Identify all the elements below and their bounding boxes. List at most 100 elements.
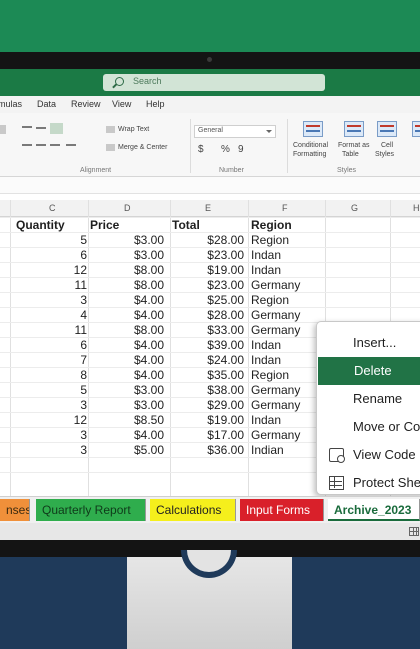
conditional-formatting-label-2[interactable]: Formatting bbox=[293, 151, 326, 158]
data-cell[interactable]: $4.00 bbox=[90, 293, 164, 307]
conditional-formatting-label[interactable]: Conditional bbox=[293, 142, 328, 149]
data-cell[interactable]: Indan bbox=[251, 248, 281, 262]
tab-input-forms[interactable]: Input Forms bbox=[240, 499, 324, 521]
data-cell[interactable]: Germany bbox=[251, 398, 300, 412]
menu-protect-sheet[interactable]: Protect She bbox=[317, 469, 420, 497]
data-cell[interactable]: Indan bbox=[251, 263, 281, 277]
number-format-dropdown[interactable]: General bbox=[194, 125, 276, 138]
data-cell[interactable]: $5.00 bbox=[90, 443, 164, 457]
data-cell[interactable]: $28.00 bbox=[172, 233, 244, 247]
data-cell[interactable]: $4.00 bbox=[90, 308, 164, 322]
data-cell[interactable]: $39.00 bbox=[172, 338, 244, 352]
data-cell[interactable]: 3 bbox=[14, 398, 87, 412]
cell-styles-label-2[interactable]: Styles bbox=[375, 151, 394, 158]
align-left-icon[interactable] bbox=[22, 144, 32, 146]
formula-bar[interactable] bbox=[0, 177, 420, 194]
menu-move-or-copy[interactable]: Move or Co bbox=[317, 413, 420, 441]
data-cell[interactable]: 12 bbox=[14, 263, 87, 277]
menu-formulas[interactable]: mulas bbox=[0, 99, 22, 109]
data-cell[interactable]: $8.50 bbox=[90, 413, 164, 427]
data-cell[interactable]: $25.00 bbox=[172, 293, 244, 307]
data-cell[interactable]: $4.00 bbox=[90, 353, 164, 367]
cell-styles-label[interactable]: Cell bbox=[381, 142, 393, 149]
menu-rename[interactable]: Rename bbox=[317, 385, 420, 413]
data-cell[interactable]: $4.00 bbox=[90, 428, 164, 442]
column-header-g[interactable]: G bbox=[351, 203, 358, 213]
column-header-h[interactable]: H bbox=[413, 203, 420, 213]
tab-expenses[interactable]: nses bbox=[0, 499, 30, 521]
column-header-d[interactable]: D bbox=[124, 203, 131, 213]
data-cell[interactable]: $8.00 bbox=[90, 263, 164, 277]
data-cell[interactable]: Region bbox=[251, 293, 289, 307]
percent-button[interactable]: % bbox=[221, 144, 230, 155]
data-cell[interactable]: $3.00 bbox=[90, 233, 164, 247]
data-cell[interactable]: $19.00 bbox=[172, 413, 244, 427]
data-cell[interactable]: Germany bbox=[251, 278, 300, 292]
data-cell[interactable]: Germany bbox=[251, 323, 300, 337]
align-top-icon[interactable] bbox=[22, 126, 32, 128]
header-cell[interactable]: Region bbox=[251, 218, 292, 232]
header-cell[interactable]: Total bbox=[172, 218, 200, 232]
merge-center-button[interactable]: Merge & Center bbox=[118, 144, 167, 151]
data-cell[interactable]: 11 bbox=[14, 278, 87, 292]
data-cell[interactable]: Region bbox=[251, 233, 289, 247]
tab-calculations[interactable]: Calculations bbox=[150, 499, 236, 521]
data-cell[interactable]: $3.00 bbox=[90, 383, 164, 397]
column-header-f[interactable]: F bbox=[282, 203, 288, 213]
data-cell[interactable]: $35.00 bbox=[172, 368, 244, 382]
data-cell[interactable]: Indan bbox=[251, 413, 281, 427]
header-cell[interactable]: Quantity bbox=[16, 218, 65, 232]
header-cell[interactable]: Price bbox=[90, 218, 119, 232]
data-cell[interactable]: Region bbox=[251, 368, 289, 382]
data-cell[interactable]: $4.00 bbox=[90, 368, 164, 382]
insert-cells-icon[interactable] bbox=[412, 121, 420, 137]
menu-delete[interactable]: Delete bbox=[318, 357, 420, 385]
comma-button[interactable]: 9 bbox=[238, 144, 244, 155]
data-cell[interactable]: $33.00 bbox=[172, 323, 244, 337]
currency-button[interactable]: $ bbox=[198, 144, 204, 155]
data-cell[interactable]: 11 bbox=[14, 323, 87, 337]
menu-view-code[interactable]: View Code bbox=[317, 441, 420, 469]
column-header-c[interactable]: C bbox=[49, 203, 56, 213]
data-cell[interactable]: $23.00 bbox=[172, 248, 244, 262]
data-cell[interactable]: $8.00 bbox=[90, 278, 164, 292]
data-cell[interactable]: 5 bbox=[14, 383, 87, 397]
menu-view[interactable]: View bbox=[112, 99, 131, 109]
search-box[interactable]: Search bbox=[103, 74, 325, 91]
data-cell[interactable]: Germany bbox=[251, 308, 300, 322]
format-as-table-label-2[interactable]: Table bbox=[342, 151, 359, 158]
data-cell[interactable]: 7 bbox=[14, 353, 87, 367]
data-cell[interactable]: Indian bbox=[251, 443, 284, 457]
align-center-icon[interactable] bbox=[36, 144, 46, 146]
data-cell[interactable]: $28.00 bbox=[172, 308, 244, 322]
align-bottom-icon[interactable] bbox=[50, 123, 63, 134]
data-cell[interactable]: 12 bbox=[14, 413, 87, 427]
wrap-text-button[interactable]: Wrap Text bbox=[118, 126, 149, 133]
font-size-icon[interactable] bbox=[0, 125, 6, 134]
menu-review[interactable]: Review bbox=[71, 99, 101, 109]
align-right-icon[interactable] bbox=[50, 144, 60, 146]
data-cell[interactable]: 4 bbox=[14, 308, 87, 322]
data-cell[interactable]: $23.00 bbox=[172, 278, 244, 292]
data-cell[interactable]: $29.00 bbox=[172, 398, 244, 412]
data-cell[interactable]: 3 bbox=[14, 443, 87, 457]
column-header-e[interactable]: E bbox=[205, 203, 211, 213]
data-cell[interactable]: 8 bbox=[14, 368, 87, 382]
data-cell[interactable]: 3 bbox=[14, 428, 87, 442]
data-cell[interactable]: $38.00 bbox=[172, 383, 244, 397]
data-cell[interactable]: $3.00 bbox=[90, 248, 164, 262]
data-cell[interactable]: 6 bbox=[14, 338, 87, 352]
indent-icon[interactable] bbox=[66, 144, 76, 146]
data-cell[interactable]: 5 bbox=[14, 233, 87, 247]
data-cell[interactable]: Germany bbox=[251, 428, 300, 442]
data-cell[interactable]: $3.00 bbox=[90, 398, 164, 412]
normal-view-icon[interactable] bbox=[409, 527, 419, 536]
menu-help[interactable]: Help bbox=[146, 99, 165, 109]
data-cell[interactable]: $8.00 bbox=[90, 323, 164, 337]
data-cell[interactable]: $24.00 bbox=[172, 353, 244, 367]
menu-data[interactable]: Data bbox=[37, 99, 56, 109]
format-as-table-label[interactable]: Format as bbox=[338, 142, 370, 149]
data-cell[interactable]: $19.00 bbox=[172, 263, 244, 277]
menu-insert[interactable]: Insert... bbox=[317, 329, 420, 357]
align-middle-icon[interactable] bbox=[36, 127, 46, 129]
